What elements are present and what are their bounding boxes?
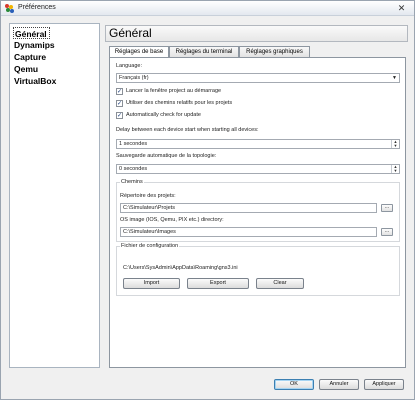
export-button[interactable]: Export (187, 278, 249, 289)
projects-dir-value: C:\Simulateur\Projets (123, 205, 175, 211)
images-dir-value: C:\Simulateur\Images (123, 229, 176, 235)
language-select[interactable]: Français (fr) ▼ (116, 73, 400, 83)
tab-graphics-settings[interactable]: Réglages graphiques (239, 46, 310, 57)
sidebar-item-general[interactable]: Général (13, 27, 50, 39)
title-bar[interactable]: Préférences ✕ (1, 1, 414, 16)
app-icon (5, 4, 14, 13)
close-button[interactable]: ✕ (394, 2, 409, 14)
import-button[interactable]: Import (123, 278, 180, 289)
config-file-group: Fichier de configuration C:\Users\SysAdm… (116, 243, 400, 296)
sidebar: Général Dynamips Capture Qemu VirtualBox (9, 23, 100, 368)
projects-dir-input[interactable]: C:\Simulateur\Projets (120, 203, 377, 213)
clear-button[interactable]: Clear (256, 278, 304, 289)
checkbox-label: Utiliser des chemins relatifs pour les p… (126, 100, 233, 106)
ok-button[interactable]: OK (274, 379, 314, 390)
language-value: Français (fr) (119, 75, 149, 81)
checkbox-label: Automatically check for update (126, 112, 201, 118)
apply-button[interactable]: Appliquer (364, 379, 404, 390)
spinner-arrows-icon[interactable]: ▲ ▼ (391, 165, 399, 173)
autosave-value: 0 secondes (119, 166, 148, 172)
delay-spinbox[interactable]: 1 secondes ▲ ▼ (116, 139, 400, 149)
check-icon: ✓ (116, 112, 123, 119)
browse-projects-button[interactable]: ... (381, 204, 393, 212)
sidebar-item-virtualbox[interactable]: VirtualBox (14, 75, 58, 87)
tab-panel: Language: Français (fr) ▼ ✓ Lancer la fe… (109, 57, 406, 368)
spinner-arrows-icon[interactable]: ▲ ▼ (391, 140, 399, 148)
checkbox-label: Lancer la fenêtre project au démarrage (126, 88, 222, 94)
paths-group-title: Chemins (120, 179, 144, 185)
window-title: Préférences (18, 4, 56, 11)
images-dir-input[interactable]: C:\Simulateur\Images (120, 227, 377, 237)
cancel-button[interactable]: Annuler (319, 379, 359, 390)
delay-label: Delay between each device start when sta… (116, 127, 259, 133)
sidebar-item-qemu[interactable]: Qemu (14, 63, 40, 75)
page-title: Général (105, 25, 408, 42)
autosave-label: Sauvegarde automatique de la topologie: (116, 153, 217, 159)
sidebar-item-dynamips[interactable]: Dynamips (14, 39, 57, 51)
sidebar-item-capture[interactable]: Capture (14, 51, 48, 63)
check-icon: ✓ (116, 100, 123, 107)
config-group-title: Fichier de configuration (120, 243, 180, 249)
check-icon: ✓ (116, 88, 123, 95)
config-file-path: C:\Users\SysAdmin\AppData\Roaming\gns3.i… (123, 265, 238, 271)
delay-value: 1 secondes (119, 141, 148, 147)
paths-group: Chemins Répertoire des projets: C:\Simul… (116, 179, 400, 242)
close-icon: ✕ (397, 3, 406, 13)
browse-images-button[interactable]: ... (381, 228, 393, 236)
images-dir-label: OS image (IOS, Qemu, PIX etc.) directory… (120, 217, 224, 223)
autosave-spinbox[interactable]: 0 secondes ▲ ▼ (116, 164, 400, 174)
projects-dir-label: Répertoire des projets: (120, 193, 176, 199)
language-label: Language: (116, 63, 142, 69)
tab-terminal-settings[interactable]: Réglages du terminal (169, 46, 239, 57)
chevron-down-icon: ▼ (392, 75, 397, 81)
preferences-window: Préférences ✕ Général Dynamips Capture Q… (0, 0, 415, 400)
